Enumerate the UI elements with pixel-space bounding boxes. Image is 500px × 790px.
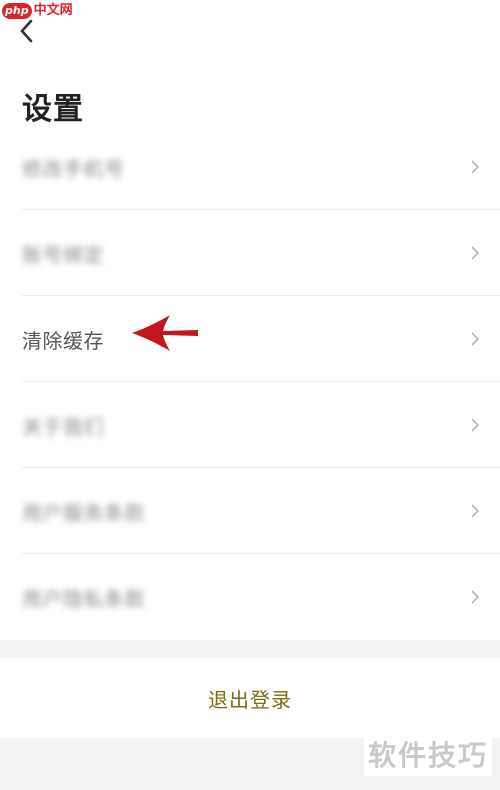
settings-item-about-us[interactable]: 关于我们	[0, 382, 500, 468]
settings-item-label: 用户服务条款	[22, 500, 145, 525]
chevron-left-icon	[20, 19, 33, 43]
settings-item-clear-cache[interactable]: 清除缓存	[0, 296, 500, 382]
settings-item-label: 用户隐私条款	[22, 586, 145, 611]
chevron-right-icon	[471, 246, 480, 260]
bottom-watermark: 软件技巧	[363, 732, 492, 776]
settings-item-terms-of-service[interactable]: 用户服务条款	[0, 468, 500, 554]
chevron-right-icon	[471, 160, 480, 174]
settings-list: 修改手机号 账号绑定 清除缓存 关于我们 用户服务条款 用户隐私条款	[0, 124, 500, 640]
settings-screen: php 中文网 设置 修改手机号 账号绑定 清除缓存 关于我们 用户服务条款 用…	[0, 0, 500, 790]
chevron-right-icon	[471, 504, 480, 518]
settings-item-change-phone[interactable]: 修改手机号	[0, 124, 500, 210]
chevron-right-icon	[471, 418, 480, 432]
section-gap	[0, 640, 500, 658]
settings-item-label: 清除缓存	[22, 328, 104, 353]
logout-button[interactable]: 退出登录	[0, 658, 500, 738]
settings-item-label: 修改手机号	[22, 156, 125, 181]
red-arrow-left-icon	[132, 315, 198, 351]
settings-item-account-binding[interactable]: 账号绑定	[0, 210, 500, 296]
settings-item-privacy-policy[interactable]: 用户隐私条款	[0, 554, 500, 640]
back-button[interactable]	[14, 16, 42, 46]
chevron-right-icon	[471, 332, 480, 346]
page-title: 设置	[22, 92, 84, 127]
settings-item-label: 关于我们	[22, 414, 104, 439]
settings-item-label: 账号绑定	[22, 242, 104, 267]
chevron-right-icon	[471, 590, 480, 604]
